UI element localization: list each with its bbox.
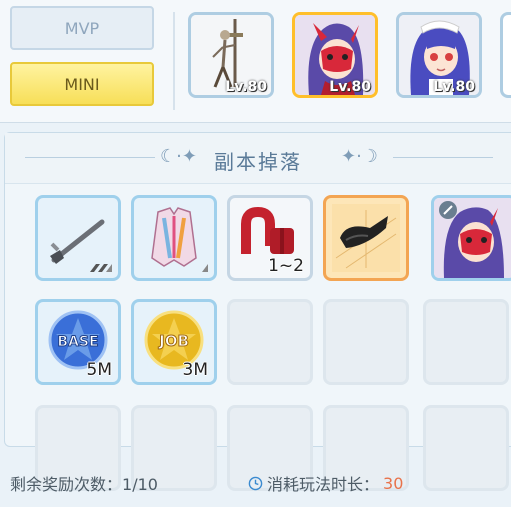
- drop-item-headband-card[interactable]: [323, 195, 409, 281]
- drop-item-base-exp[interactable]: BASE 5M: [35, 299, 121, 385]
- empty-slot: [423, 299, 509, 385]
- boss-portrait-skeleton[interactable]: Lv.80: [188, 12, 274, 98]
- tab-mini[interactable]: MINI: [10, 62, 154, 106]
- empty-slot: [323, 299, 409, 385]
- dungeon-drops-panel: ☾·✦ 副本掉落 ✦·☽ 1~2 BASE 5M JOB 3M: [4, 132, 511, 491]
- base-token-text: BASE: [57, 334, 98, 350]
- boss-level: Lv.80: [329, 79, 371, 95]
- remaining-rewards-label: 剩余奖励次数：: [10, 475, 123, 494]
- boss-level: Lv.80: [225, 79, 267, 95]
- drop-quantity: 1~2: [268, 256, 304, 276]
- remaining-rewards: 剩余奖励次数：1/10: [10, 471, 158, 495]
- drop-item-job-exp[interactable]: JOB 3M: [131, 299, 217, 385]
- clock-icon: [248, 476, 263, 490]
- drops-title: 副本掉落: [214, 150, 302, 174]
- boss-level: Lv.80: [433, 79, 475, 95]
- title-ornament-line: [393, 157, 493, 158]
- boss-portrait-red-mask[interactable]: Lv.80: [292, 12, 378, 98]
- headband-card-icon: [332, 204, 400, 272]
- red-mask-headgear-icon: [434, 198, 511, 278]
- time-cost-label: 消耗玩法时长：: [267, 475, 380, 494]
- remaining-rewards-value: 1/10: [122, 475, 158, 494]
- moon-ornament-icon: ✦·☽: [341, 146, 378, 167]
- drop-quantity: 5M: [86, 360, 112, 380]
- tab-mvp[interactable]: MVP: [10, 6, 154, 50]
- boss-portrait-maid[interactable]: Lv.80: [396, 12, 482, 98]
- boss-selector-panel: MVP MINI Lv.80 Lv.80 Lv.80: [0, 0, 511, 123]
- boss-portrait-partial[interactable]: [500, 12, 511, 98]
- equipment-grade-icon: [90, 264, 112, 272]
- divider: [173, 12, 175, 110]
- job-token-text: JOB: [158, 332, 189, 350]
- time-cost: 消耗玩法时长： 30: [248, 471, 403, 495]
- drop-item-red-mask[interactable]: [431, 195, 511, 281]
- drop-item-ribbon[interactable]: 1~2: [227, 195, 313, 281]
- drop-item-pickaxe[interactable]: [35, 195, 121, 281]
- drops-title-bar: ☾·✦ 副本掉落 ✦·☽: [5, 133, 511, 184]
- empty-slot: [227, 299, 313, 385]
- time-cost-value: 30: [383, 473, 404, 493]
- drop-item-jacket[interactable]: [131, 195, 217, 281]
- footer-bar: 剩余奖励次数：1/10 消耗玩法时长： 30: [0, 454, 511, 507]
- equipment-grade-icon: [202, 264, 208, 272]
- drop-quantity: 3M: [182, 360, 208, 380]
